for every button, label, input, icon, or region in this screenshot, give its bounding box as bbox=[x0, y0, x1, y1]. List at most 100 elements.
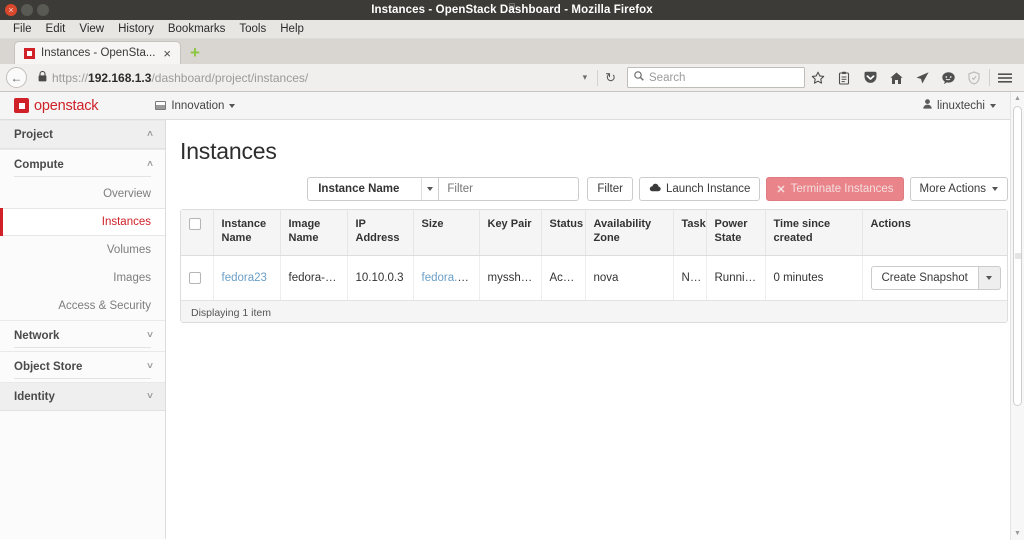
sidebar-section-project[interactable]: Project ˄ bbox=[0, 120, 165, 149]
shield-icon[interactable] bbox=[961, 65, 987, 91]
column-header-image-name[interactable]: Image Name bbox=[280, 210, 347, 255]
tab-strip: Instances - OpenSta... × + bbox=[0, 39, 1024, 64]
menu-edit[interactable]: Edit bbox=[39, 20, 73, 39]
sidebar-item-volumes[interactable]: Volumes bbox=[0, 236, 165, 264]
back-button-icon[interactable]: ← bbox=[6, 67, 27, 88]
tab-close-icon[interactable]: × bbox=[161, 47, 173, 60]
chevron-down-icon bbox=[229, 104, 235, 108]
more-actions-button[interactable]: More Actions bbox=[910, 177, 1008, 201]
chat-icon[interactable] bbox=[935, 65, 961, 91]
project-switcher[interactable]: Innovation bbox=[155, 100, 235, 112]
search-placeholder: Search bbox=[649, 72, 685, 84]
lock-icon bbox=[38, 71, 47, 85]
sidebar-item-access-security[interactable]: Access & Security bbox=[0, 292, 165, 320]
project-icon bbox=[155, 101, 166, 110]
row-checkbox[interactable] bbox=[189, 272, 201, 284]
column-header-status[interactable]: Status bbox=[541, 210, 585, 255]
new-tab-icon[interactable]: + bbox=[190, 44, 200, 61]
home-icon[interactable] bbox=[883, 65, 909, 91]
openstack-logo[interactable]: openstack bbox=[14, 98, 98, 114]
scrollbar-grip bbox=[1015, 254, 1021, 259]
instance-name-link[interactable]: fedora23 bbox=[222, 272, 267, 284]
toolbar-separator bbox=[989, 69, 990, 86]
maximize-icon: □ bbox=[0, 0, 1024, 20]
brand-stack: stack bbox=[65, 98, 98, 114]
instances-table: Instance Name Image Name IP Address Size… bbox=[181, 210, 1007, 300]
column-header-time-since-created[interactable]: Time since created bbox=[765, 210, 862, 255]
openstack-logo-icon bbox=[14, 98, 29, 113]
action-dropdown-toggle[interactable] bbox=[979, 266, 1001, 290]
url-bar[interactable]: https://192.168.1.3/dashboard/project/in… bbox=[32, 67, 597, 89]
sidebar-item-images[interactable]: Images bbox=[0, 264, 165, 292]
hamburger-menu-icon[interactable] bbox=[992, 65, 1018, 91]
column-header-task[interactable]: Task bbox=[673, 210, 706, 255]
column-header-size[interactable]: Size bbox=[413, 210, 479, 255]
url-dropdown-icon[interactable]: ▾ bbox=[577, 72, 594, 83]
terminate-instances-label: Terminate Instances bbox=[791, 183, 894, 195]
sidebar-item-overview[interactable]: Overview bbox=[0, 180, 165, 208]
cell-power-state: Running bbox=[706, 255, 765, 300]
reader-icon[interactable] bbox=[831, 65, 857, 91]
scroll-down-icon[interactable]: ▼ bbox=[1011, 527, 1024, 540]
sidebar-group-compute[interactable]: Compute ˄ bbox=[0, 149, 165, 180]
pocket-icon[interactable] bbox=[857, 65, 883, 91]
terminate-instances-button[interactable]: ✕ Terminate Instances bbox=[766, 177, 903, 201]
sidebar-group-object-store-label: Object Store bbox=[14, 361, 82, 373]
cell-key-pair: myssh-keys bbox=[479, 255, 541, 300]
menu-view[interactable]: View bbox=[72, 20, 111, 39]
page-viewport: openstack Innovation linuxtechi Project bbox=[0, 92, 1024, 540]
menu-help[interactable]: Help bbox=[273, 20, 311, 39]
chevron-up-icon: ˄ bbox=[147, 130, 153, 140]
user-name: linuxtechi bbox=[937, 100, 985, 112]
chevron-down-icon: ˅ bbox=[147, 362, 153, 372]
menu-tools[interactable]: Tools bbox=[232, 20, 273, 39]
brand-open: open bbox=[34, 98, 65, 114]
column-header-key-pair[interactable]: Key Pair bbox=[479, 210, 541, 255]
page-scrollbar[interactable]: ▲ ▼ bbox=[1010, 92, 1024, 540]
browser-tab[interactable]: Instances - OpenSta... × bbox=[14, 41, 181, 64]
sidebar-navigation: Project ˄ Compute ˄ Overview Instances V… bbox=[0, 120, 166, 539]
menu-history[interactable]: History bbox=[111, 20, 161, 39]
sidebar-group-network-label: Network bbox=[14, 330, 59, 342]
sidebar-group-network[interactable]: Network ˅ bbox=[0, 320, 165, 351]
openstack-logo-text: openstack bbox=[34, 98, 98, 114]
sidebar-item-instances[interactable]: Instances bbox=[0, 208, 165, 236]
chevron-up-icon: ˄ bbox=[147, 160, 153, 170]
filter-field-select[interactable]: Instance Name bbox=[307, 177, 439, 201]
project-name: Innovation bbox=[171, 100, 224, 112]
menu-bookmarks[interactable]: Bookmarks bbox=[161, 20, 233, 39]
chevron-down-icon bbox=[421, 178, 438, 200]
bookmark-star-icon[interactable] bbox=[805, 65, 831, 91]
filter-input[interactable] bbox=[439, 177, 579, 201]
action-split-button: Create Snapshot bbox=[871, 266, 1001, 290]
column-header-power-state[interactable]: Power State bbox=[706, 210, 765, 255]
sidebar-group-object-store[interactable]: Object Store ˅ bbox=[0, 351, 165, 382]
firefox-window: × − □ Instances - OpenStack Dashboard - … bbox=[0, 0, 1024, 540]
size-link[interactable]: fedora.small bbox=[422, 272, 480, 284]
cell-size: fedora.small bbox=[413, 255, 479, 300]
search-box[interactable]: Search bbox=[627, 67, 805, 88]
table-row: fedora23 fedora-image 10.10.0.3 fedora.s… bbox=[181, 255, 1007, 300]
share-icon[interactable] bbox=[909, 65, 935, 91]
scrollbar-thumb[interactable] bbox=[1013, 106, 1022, 406]
select-all-checkbox[interactable] bbox=[189, 218, 201, 230]
column-header-availability-zone[interactable]: Availability Zone bbox=[585, 210, 673, 255]
window-titlebar: × − □ Instances - OpenStack Dashboard - … bbox=[0, 0, 1024, 20]
openstack-top-header: openstack Innovation linuxtechi bbox=[0, 92, 1024, 120]
scroll-up-icon[interactable]: ▲ bbox=[1011, 92, 1024, 105]
column-header-ip-address[interactable]: IP Address bbox=[347, 210, 413, 255]
filter-button[interactable]: Filter bbox=[587, 177, 633, 201]
cloud-icon bbox=[649, 183, 661, 195]
instances-table-container: Instance Name Image Name IP Address Size… bbox=[180, 209, 1008, 323]
chevron-down-icon bbox=[992, 187, 998, 191]
create-snapshot-button[interactable]: Create Snapshot bbox=[871, 266, 979, 290]
user-menu[interactable]: linuxtechi bbox=[923, 99, 996, 112]
reload-icon[interactable]: ↻ bbox=[597, 70, 623, 86]
chevron-down-icon bbox=[990, 104, 996, 108]
window-maximize-button[interactable]: □ bbox=[37, 4, 49, 16]
column-header-instance-name[interactable]: Instance Name bbox=[213, 210, 280, 255]
sidebar-section-identity[interactable]: Identity ˅ bbox=[0, 382, 165, 411]
menu-file[interactable]: File bbox=[6, 20, 39, 39]
launch-instance-button[interactable]: Launch Instance bbox=[639, 177, 760, 201]
dashboard-body: Project ˄ Compute ˄ Overview Instances V… bbox=[0, 120, 1024, 539]
